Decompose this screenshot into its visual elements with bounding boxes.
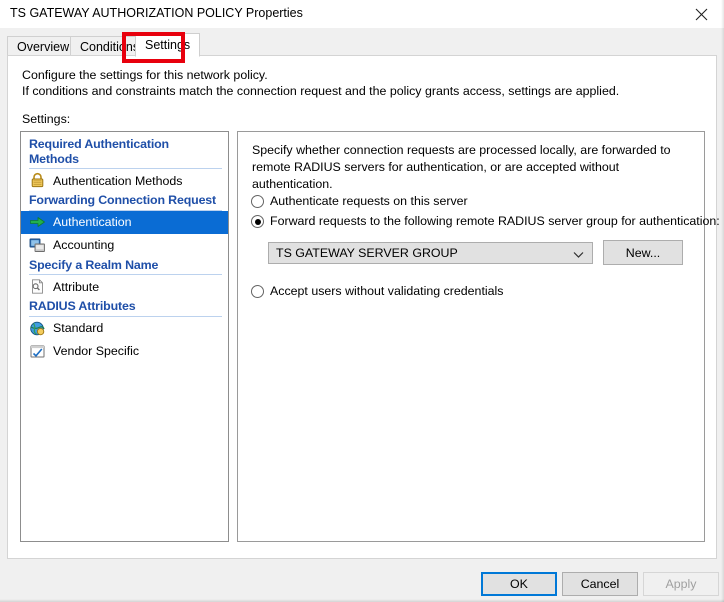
tree-item-label: Vendor Specific bbox=[53, 344, 140, 358]
settings-detail-panel: Specify whether connection requests are … bbox=[237, 131, 720, 542]
settings-tree-panel[interactable]: Required Authentication Methods Authenti… bbox=[20, 131, 229, 542]
tree-item-label: Attribute bbox=[53, 279, 100, 294]
ok-button[interactable]: OK bbox=[481, 572, 557, 596]
radio-label: Forward requests to the following remote… bbox=[270, 214, 720, 228]
tree-heading-required-authentication-methods: Required Authentication Methods bbox=[29, 136, 222, 169]
dialog-body: Configure the settings for this network … bbox=[0, 29, 724, 602]
cancel-button[interactable]: Cancel bbox=[562, 572, 638, 596]
radio-accept-without-validating[interactable]: Accept users without validating credenti… bbox=[251, 284, 503, 298]
intro-line-2: If conditions and constraints match the … bbox=[22, 84, 620, 98]
tree-item-authentication-methods[interactable]: Authentication Methods bbox=[21, 169, 228, 192]
properties-dialog: TS GATEWAY AUTHORIZATION POLICY Properti… bbox=[0, 0, 724, 602]
tree-heading-radius-attributes: RADIUS Attributes bbox=[29, 298, 222, 317]
tab-page-settings: Configure the settings for this network … bbox=[7, 55, 720, 559]
radio-authenticate-on-this-server[interactable]: Authenticate requests on this server bbox=[251, 194, 468, 208]
chevron-down-icon bbox=[573, 248, 584, 262]
tree-item-accounting[interactable]: Accounting bbox=[21, 234, 228, 257]
padlock-icon bbox=[29, 172, 46, 189]
dialog-footer: OK Cancel Apply bbox=[0, 566, 724, 602]
tree-heading-specify-a-realm-name: Specify a Realm Name bbox=[29, 257, 222, 275]
tab-settings[interactable]: Settings bbox=[135, 33, 201, 57]
radio-button[interactable] bbox=[251, 285, 264, 298]
tree-item-attribute[interactable]: Attribute bbox=[21, 275, 228, 298]
green-arrow-icon bbox=[29, 214, 46, 231]
radio-button[interactable] bbox=[251, 195, 264, 208]
tree-item-label: Authentication bbox=[53, 215, 132, 229]
close-icon[interactable] bbox=[678, 0, 724, 28]
window-title: TS GATEWAY AUTHORIZATION POLICY Properti… bbox=[10, 6, 303, 20]
radio-button[interactable] bbox=[251, 215, 264, 228]
tree-item-label: Accounting bbox=[53, 238, 115, 252]
checkbox-blue-icon bbox=[29, 343, 46, 360]
document-search-icon bbox=[29, 278, 46, 295]
tree-item-label: Standard bbox=[53, 321, 104, 335]
tree-heading-forwarding-connection-request: Forwarding Connection Request bbox=[29, 192, 222, 211]
tab-strip: Overview Conditions Settings bbox=[7, 33, 717, 57]
tab-overview[interactable]: Overview bbox=[7, 36, 80, 56]
tree-item-authentication[interactable]: Authentication bbox=[21, 210, 228, 234]
tree-item-label: Authentication Methods bbox=[53, 173, 183, 188]
panel-description: Specify whether connection requests are … bbox=[252, 143, 671, 191]
tree-item-vendor-specific[interactable]: Vendor Specific bbox=[21, 340, 228, 363]
globe-icon bbox=[29, 320, 46, 337]
radio-label: Authenticate requests on this server bbox=[270, 194, 468, 208]
new-server-group-button[interactable]: New... bbox=[603, 240, 683, 265]
server-group-dropdown[interactable]: TS GATEWAY SERVER GROUP bbox=[268, 242, 593, 264]
apply-button: Apply bbox=[643, 572, 719, 596]
server-group-value: TS GATEWAY SERVER GROUP bbox=[276, 246, 458, 260]
tree-item-standard[interactable]: Standard bbox=[21, 317, 228, 340]
monitor-icon bbox=[29, 237, 46, 254]
title-bar: TS GATEWAY AUTHORIZATION POLICY Properti… bbox=[0, 0, 724, 29]
radio-forward-to-remote-group[interactable]: Forward requests to the following remote… bbox=[251, 214, 720, 228]
settings-label: Settings: bbox=[22, 112, 71, 126]
radio-label: Accept users without validating credenti… bbox=[270, 284, 504, 298]
intro-line-1: Configure the settings for this network … bbox=[22, 68, 268, 82]
